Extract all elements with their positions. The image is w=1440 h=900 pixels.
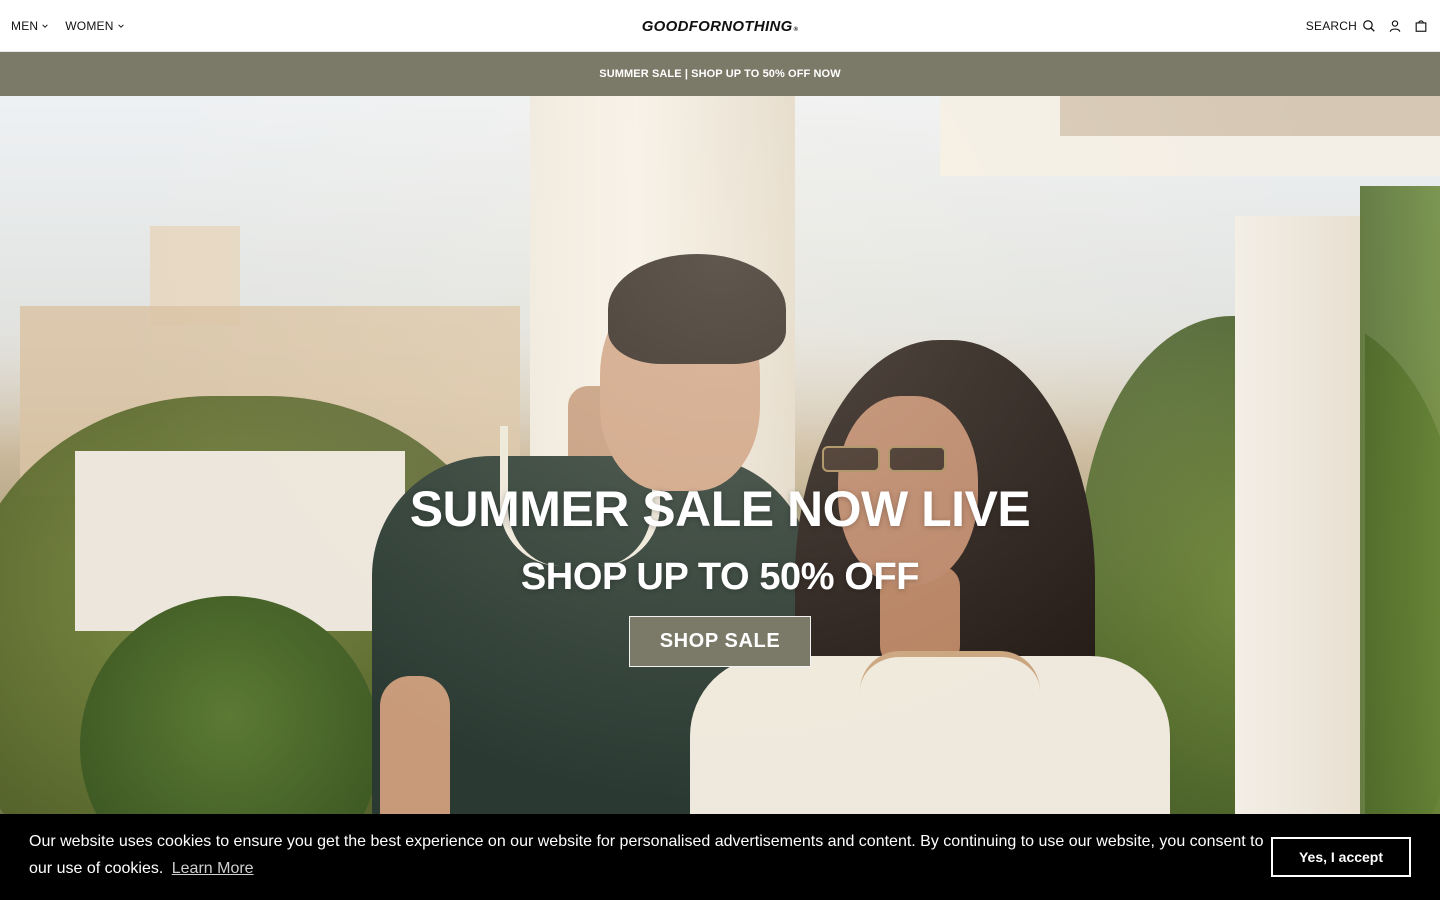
nav-women-label: WOMEN [65, 19, 114, 33]
nav-women[interactable]: WOMEN [65, 19, 124, 33]
hero-title: SUMMER SALE NOW LIVE [409, 481, 1031, 537]
learn-more-link[interactable]: Learn More [172, 860, 254, 877]
bag-icon[interactable] [1414, 19, 1428, 33]
cookie-banner: Our website uses cookies to ensure you g… [0, 814, 1440, 900]
chevron-down-icon [42, 24, 49, 28]
account-icon[interactable] [1388, 19, 1402, 33]
announcement-bar[interactable]: SUMMER SALE | SHOP UP TO 50% OFF NOW [0, 52, 1440, 96]
search-icon [1363, 20, 1375, 32]
logo-container: GOODFORNOTHING® [0, 0, 1440, 52]
logo-text: GOODFORNOTHING [641, 17, 793, 35]
shop-sale-button[interactable]: SHOP SALE [629, 616, 811, 667]
hero-subtitle: SHOP UP TO 50% OFF [520, 556, 920, 598]
cookie-message: Our website uses cookies to ensure you g… [29, 828, 1269, 882]
nav-men-label: MEN [11, 19, 39, 33]
search-button[interactable]: SEARCH [1306, 19, 1376, 33]
hero-banner[interactable]: SUMMER SALE NOW LIVE SHOP UP TO 50% OFF … [0, 96, 1440, 900]
announcement-text: SUMMER SALE | SHOP UP TO 50% OFF NOW [599, 68, 841, 80]
logo-registered-mark: ® [793, 26, 799, 33]
site-header: MEN WOMEN GOODFORNOTHING® SEARCH [0, 0, 1440, 52]
chevron-down-icon [117, 24, 124, 28]
search-label: SEARCH [1305, 19, 1357, 33]
header-actions: SEARCH [1306, 0, 1428, 52]
main-nav: MEN WOMEN [11, 0, 125, 52]
accept-cookies-button[interactable]: Yes, I accept [1271, 837, 1411, 877]
site-logo[interactable]: GOODFORNOTHING® [642, 18, 799, 35]
nav-men[interactable]: MEN [11, 19, 49, 33]
